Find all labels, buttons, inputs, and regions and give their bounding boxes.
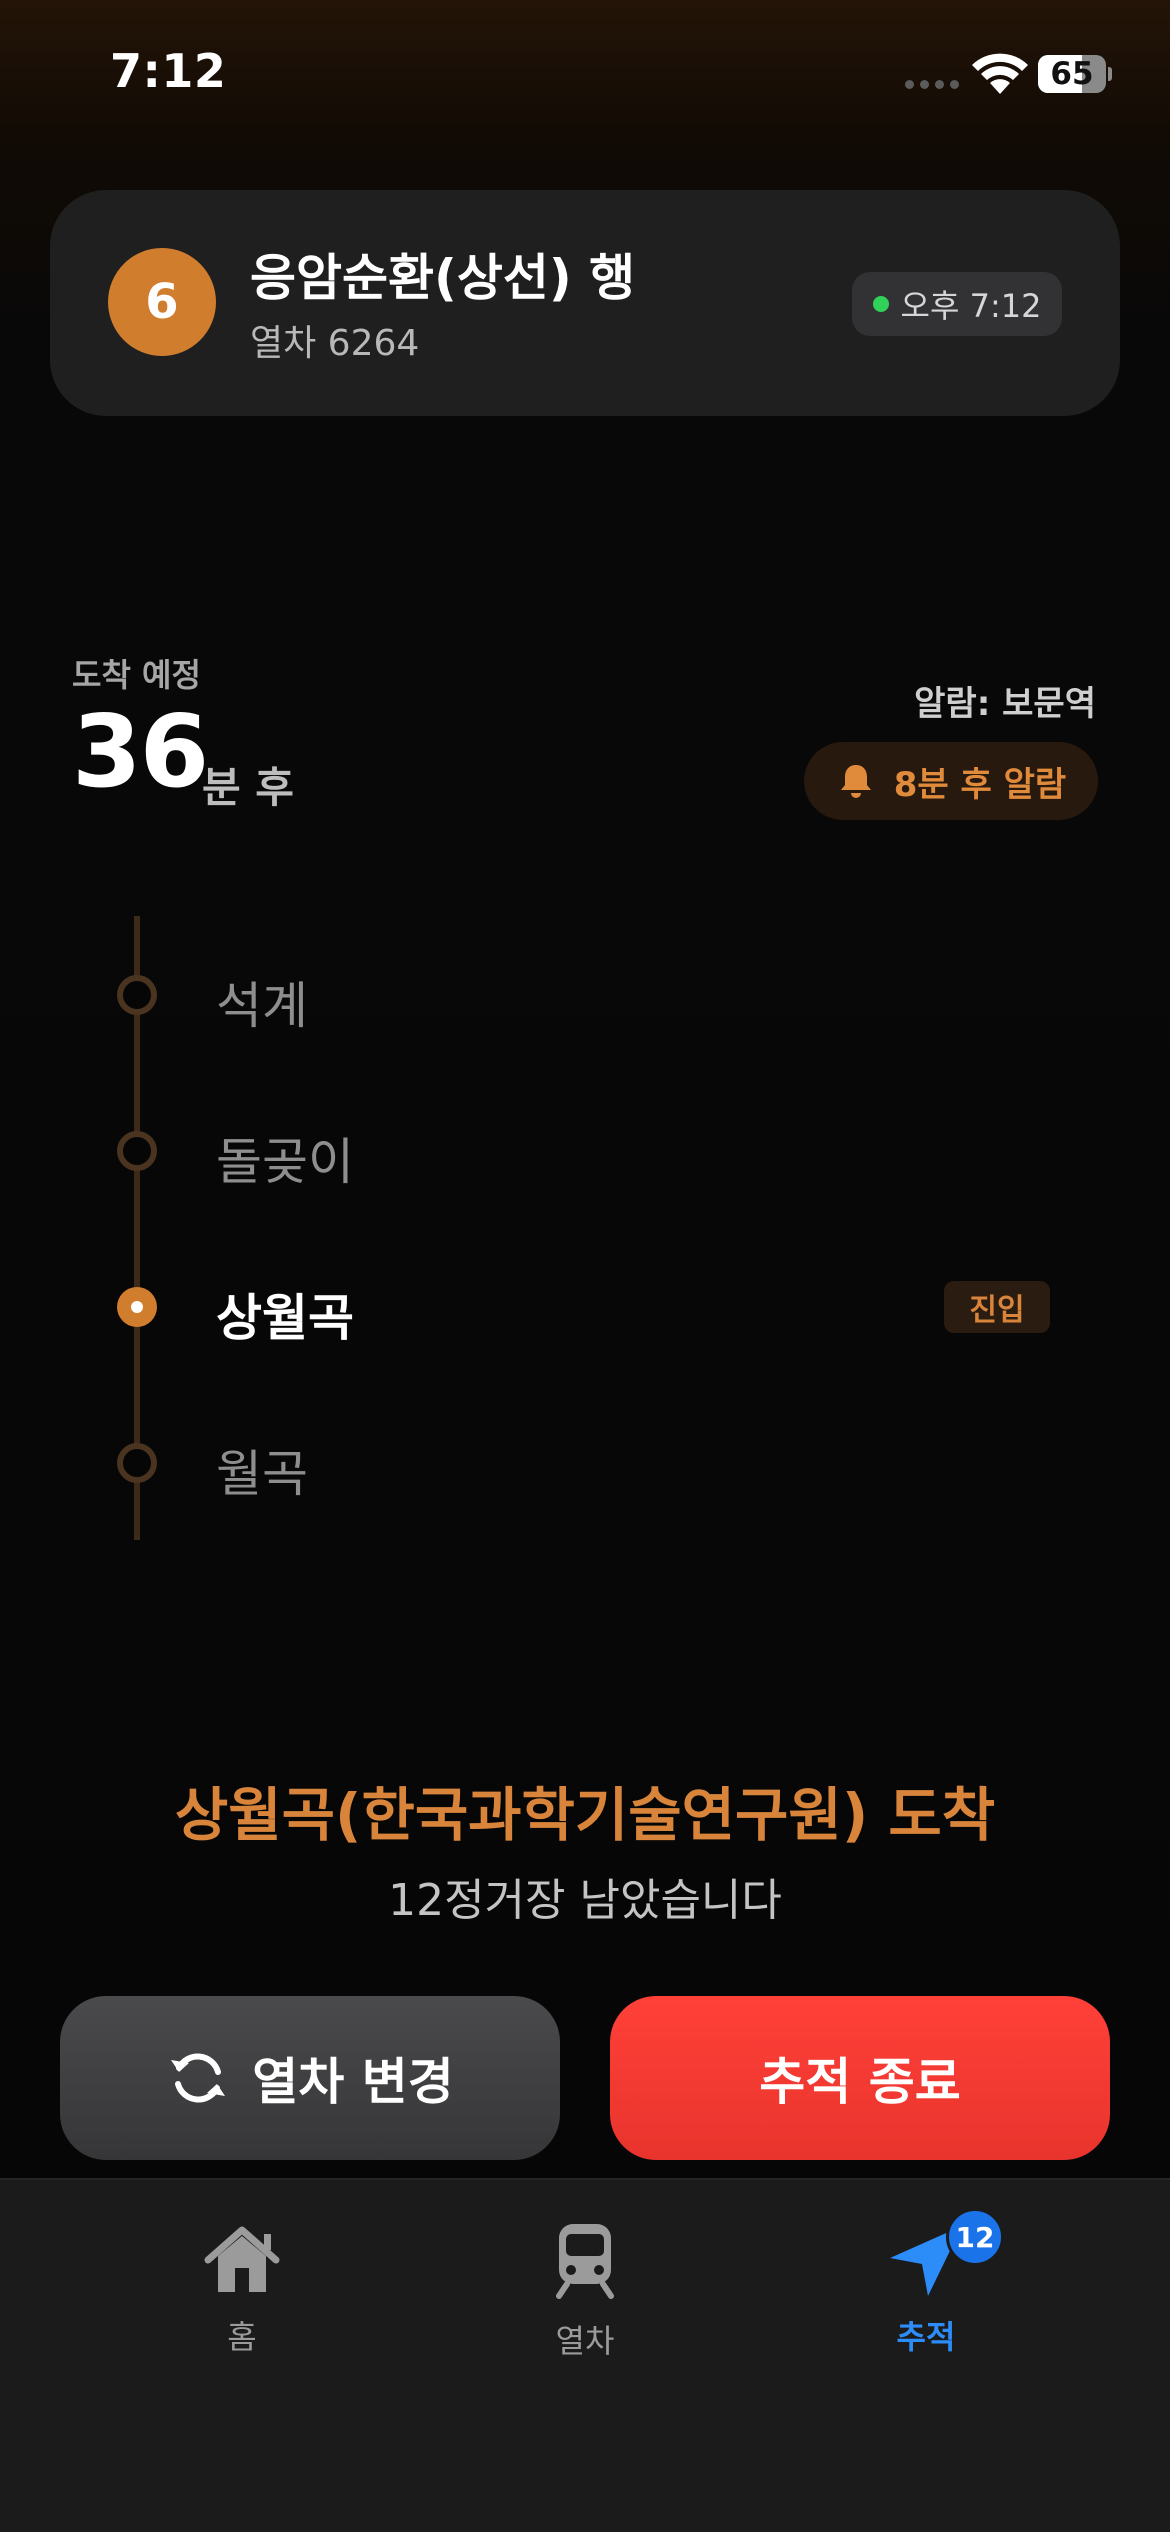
stop-tracking-button[interactable]: 추적 종료 (610, 1996, 1110, 2160)
cellular-signal-icon (905, 80, 959, 89)
wifi-icon (972, 53, 1028, 94)
updated-time: 오후 7:12 (900, 287, 1042, 325)
tab-home-label: 홈 (227, 2318, 257, 2356)
stop-tracking-label: 추적 종료 (759, 2053, 961, 2111)
eta-minutes: 36 (72, 693, 209, 810)
station-row-current: 상월곡 진입 (0, 1256, 1170, 1356)
change-train-label: 열차 변경 (252, 2053, 454, 2111)
arrival-destination-title: 상월곡(한국과학기술연구원) 도착 (174, 1781, 996, 1849)
station-name-current: 상월곡 (216, 1289, 354, 1347)
station-row: 돌곶이 (0, 1100, 1170, 1200)
station-node (117, 1443, 157, 1483)
train-destination: 응암순환(상선) 행 (250, 249, 636, 307)
tab-home[interactable]: 홈 (142, 2220, 342, 2380)
eta-label: 도착 예정 (72, 656, 201, 694)
tracking-count-badge: 12 (946, 2208, 1004, 2266)
eta-unit: 분 후 (202, 763, 294, 812)
station-row: 석계 (0, 944, 1170, 1044)
tab-tracking-label: 추적 (896, 2318, 956, 2356)
entering-badge: 진입 (944, 1281, 1050, 1333)
alarm-text: 8분 후 알람 (893, 764, 1067, 805)
tab-train-label: 열차 (555, 2322, 615, 2360)
home-icon (204, 2226, 280, 2292)
live-status-dot (872, 296, 889, 312)
station-name: 돌곶이 (216, 1133, 354, 1191)
train-number: 열차 6264 (250, 323, 420, 364)
train-info-card[interactable]: 6 응암순환(상선) 행 열차 6264 오후 7:12 (50, 190, 1120, 416)
tab-train[interactable]: 열차 (485, 2220, 685, 2380)
updated-time-pill: 오후 7:12 (852, 272, 1062, 336)
alarm-station: 알람: 보문역 (914, 684, 1096, 724)
status-time: 7:12 (110, 44, 227, 98)
station-node (117, 975, 157, 1015)
station-name: 석계 (216, 977, 308, 1035)
bell-icon (840, 765, 871, 798)
station-row: 월곡 (0, 1412, 1170, 1512)
station-node (117, 1131, 157, 1171)
line-number-badge: 6 (108, 248, 216, 356)
change-train-button[interactable]: 열차 변경 (60, 1996, 560, 2160)
alarm-pill[interactable]: 8분 후 알람 (804, 742, 1098, 820)
current-station-node (117, 1287, 157, 1327)
station-name: 월곡 (216, 1445, 308, 1503)
battery-level: 65 (1050, 56, 1094, 92)
refresh-icon (171, 2053, 226, 2103)
remaining-stops-text: 12정거장 남았습니다 (388, 1875, 782, 1926)
app-screen: 7:12 65 6 응암순환(상선) 행 열차 6264 오후 7:12 도착 … (0, 0, 1170, 2532)
train-icon (556, 2224, 614, 2299)
tab-tracking[interactable]: 12 추적 (826, 2208, 1026, 2380)
battery-indicator: 65 (1038, 55, 1112, 93)
tab-bar: 홈 열차 12 추적 (0, 2178, 1170, 2532)
